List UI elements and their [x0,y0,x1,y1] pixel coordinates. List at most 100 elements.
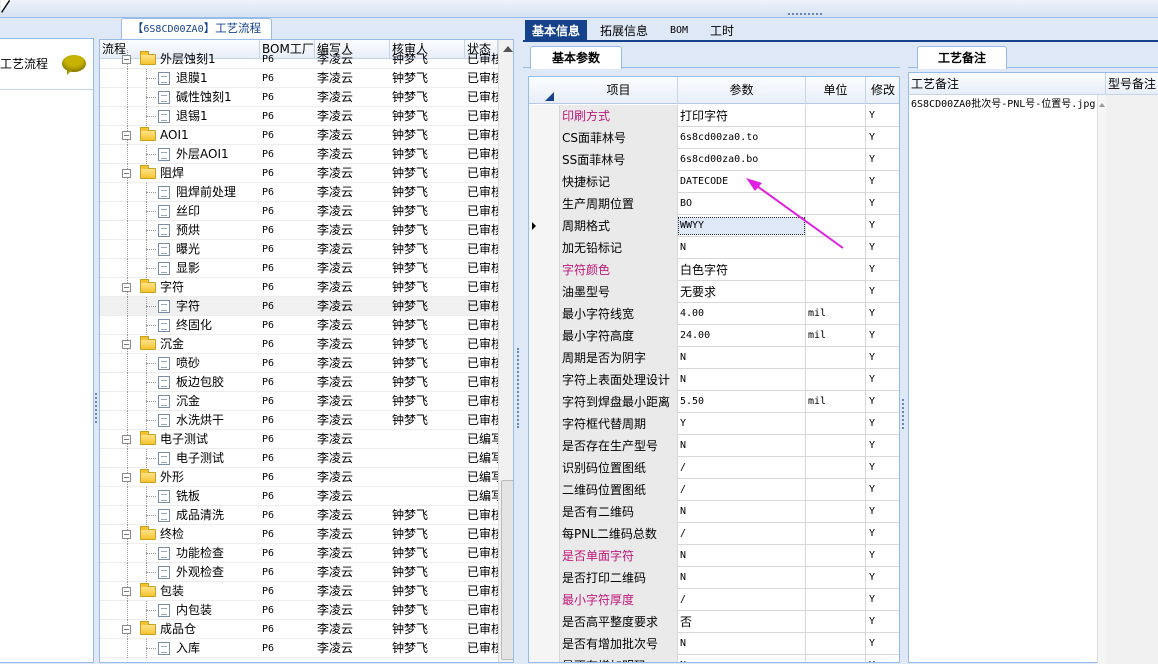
param-row[interactable]: 印刷方式 打印字符 Y [529,105,899,127]
param-value[interactable]: N [678,567,806,589]
tree-row[interactable]: 显影 P6 李凌云 钟梦飞 已审核 [100,259,498,278]
process-note-text[interactable]: 6S8CD00ZA0批次号-PNL号-位置号.jpg [911,98,1096,111]
tree-row[interactable]: 退锡1 P6 李凌云 钟梦飞 已审核 [100,107,498,126]
param-row[interactable]: 字符框代替周期 Y Y [529,413,899,435]
row-indicator[interactable] [529,479,560,501]
row-indicator[interactable] [529,237,560,259]
param-row[interactable]: 字符到焊盘最小距离 5.50 mil Y [529,391,899,413]
param-value[interactable]: 否 [678,611,806,633]
tab-3[interactable]: 工时 [703,20,741,42]
tree-row[interactable]: − 终检 P6 李凌云 钟梦飞 已审核 [100,525,498,544]
param-value[interactable]: N [678,655,806,662]
tree-row[interactable]: 沉金 P6 李凌云 钟梦飞 已审核 [100,392,498,411]
param-value[interactable]: N [678,435,806,457]
param-row[interactable]: SS面菲林号 6s8cd00za0.bo Y [529,149,899,171]
param-value[interactable]: 无要求 [678,281,806,303]
tree-row[interactable]: − 字符 P6 李凌云 钟梦飞 已审核 [100,278,498,297]
param-value[interactable]: 打印字符 [678,105,806,127]
notes-col-model[interactable]: 型号备注 [1106,73,1158,95]
param-value[interactable]: / [678,589,806,611]
right-splitter[interactable] [900,44,908,663]
tree-row[interactable]: 丝印 P6 李凌云 钟梦飞 已审核 [100,202,498,221]
tab-1[interactable]: 拓展信息 [593,20,655,42]
tree-row[interactable]: 外层AOI1 P6 李凌云 钟梦飞 已审核 [100,145,498,164]
tree-row[interactable]: − AOI1 P6 李凌云 钟梦飞 已审核 [100,126,498,145]
row-indicator[interactable] [529,303,560,325]
collapse-toggle-icon[interactable]: − [122,283,131,292]
chat-bubble-icon[interactable] [62,55,86,75]
tree-row[interactable]: − 成品仓 P6 李凌云 钟梦飞 已审核 [100,620,498,639]
tree-row[interactable]: − 外层蚀刻1 P6 李凌云 钟梦飞 已审核 [100,50,498,69]
notes-scrollbar[interactable] [1097,95,1106,664]
param-col-header[interactable]: 项目 [560,77,678,104]
tab-basic-params[interactable]: 基本参数 [530,46,622,69]
param-value[interactable]: 24.00 [678,325,806,347]
row-indicator[interactable] [529,633,560,655]
param-row[interactable]: 油墨型号 无要求 Y [529,281,899,303]
param-row[interactable]: 是否有二维码 N Y [529,501,899,523]
tree-row[interactable]: 功能检查 P6 李凌云 钟梦飞 已审核 [100,544,498,563]
row-indicator[interactable] [529,369,560,391]
tree-row[interactable]: − 电子测试 P6 李凌云 已编写 [100,430,498,449]
tree-row[interactable]: 终固化 P6 李凌云 钟梦飞 已审核 [100,316,498,335]
row-indicator[interactable] [529,127,560,149]
row-indicator[interactable] [529,545,560,567]
row-indicator[interactable] [529,259,560,281]
param-value[interactable]: N [678,369,806,391]
param-value[interactable]: 5.50 [678,391,806,413]
param-value[interactable]: 6s8cd00za0.bo [678,149,806,171]
param-row[interactable]: 字符上表面处理设计 N Y [529,369,899,391]
row-indicator[interactable] [529,457,560,479]
param-col-header[interactable]: 单位 [806,77,866,104]
row-indicator[interactable] [529,589,560,611]
param-col-header[interactable]: 参数 [678,77,806,104]
notes-col-process[interactable]: 工艺备注 [909,73,1106,95]
tree-row[interactable]: 字符 P6 李凌云 钟梦飞 已审核 [100,297,498,316]
tree-row[interactable]: 碱性蚀刻1 P6 李凌云 钟梦飞 已审核 [100,88,498,107]
collapse-toggle-icon[interactable]: − [122,473,131,482]
tree-row[interactable]: 阻焊前处理 P6 李凌云 钟梦飞 已审核 [100,183,498,202]
model-note-area[interactable] [1106,95,1158,664]
collapse-toggle-icon[interactable]: − [122,587,131,596]
tree-row[interactable]: − 阻焊 P6 李凌云 钟梦飞 已审核 [100,164,498,183]
tree-row[interactable]: − 沉金 P6 李凌云 钟梦飞 已审核 [100,335,498,354]
tree-row[interactable]: 入库 P6 李凌云 钟梦飞 已审核 [100,639,498,658]
param-row[interactable]: 每PNL二维码总数 / Y [529,523,899,545]
row-indicator[interactable] [529,567,560,589]
tab-2[interactable]: BOM [663,20,695,42]
param-row[interactable]: 是否高平整度要求否 Y [529,611,899,633]
collapse-toggle-icon[interactable]: − [122,55,131,64]
process-flow-tab[interactable]: 【6S8CD00ZA0】工艺流程 [121,18,272,39]
collapse-grip[interactable] [788,13,822,16]
param-row[interactable]: 是否单面字符 N Y [529,545,899,567]
row-indicator[interactable] [529,215,560,237]
row-indicator[interactable] [529,523,560,545]
row-indicator[interactable] [529,501,560,523]
tree-row[interactable]: 预烘 P6 李凌云 钟梦飞 已审核 [100,221,498,240]
tree-row[interactable]: 喷砂 P6 李凌云 钟梦飞 已审核 [100,354,498,373]
tree-row[interactable]: 外观检查 P6 李凌云 钟梦飞 已审核 [100,563,498,582]
tree-grid-scrollbar[interactable] [498,40,513,662]
collapse-toggle-icon[interactable]: − [122,625,131,634]
param-value[interactable]: 6s8cd00za0.to [678,127,806,149]
param-row[interactable]: 是否有增加批次号 N Y [529,633,899,655]
tree-row[interactable]: 内包装 P6 李凌云 钟梦飞 已审核 [100,601,498,620]
row-indicator[interactable] [529,193,560,215]
param-row[interactable]: 最小字符高度 24.00 mil Y [529,325,899,347]
row-indicator[interactable] [529,281,560,303]
param-value[interactable]: Y [678,413,806,435]
collapse-toggle-icon[interactable]: − [122,435,131,444]
tab-0[interactable]: 基本信息 [525,20,588,42]
row-indicator[interactable] [529,655,560,662]
param-value[interactable]: N [678,545,806,567]
row-indicator[interactable] [529,105,560,127]
row-indicator[interactable] [529,149,560,171]
row-indicator[interactable] [529,391,560,413]
param-value[interactable]: N [678,501,806,523]
param-value[interactable]: / [678,479,806,501]
collapse-toggle-icon[interactable]: − [122,340,131,349]
tree-row[interactable]: 板边包胶 P6 李凌云 钟梦飞 已审核 [100,373,498,392]
row-indicator[interactable] [529,325,560,347]
param-value[interactable]: / [678,523,806,545]
param-value[interactable]: / [678,457,806,479]
